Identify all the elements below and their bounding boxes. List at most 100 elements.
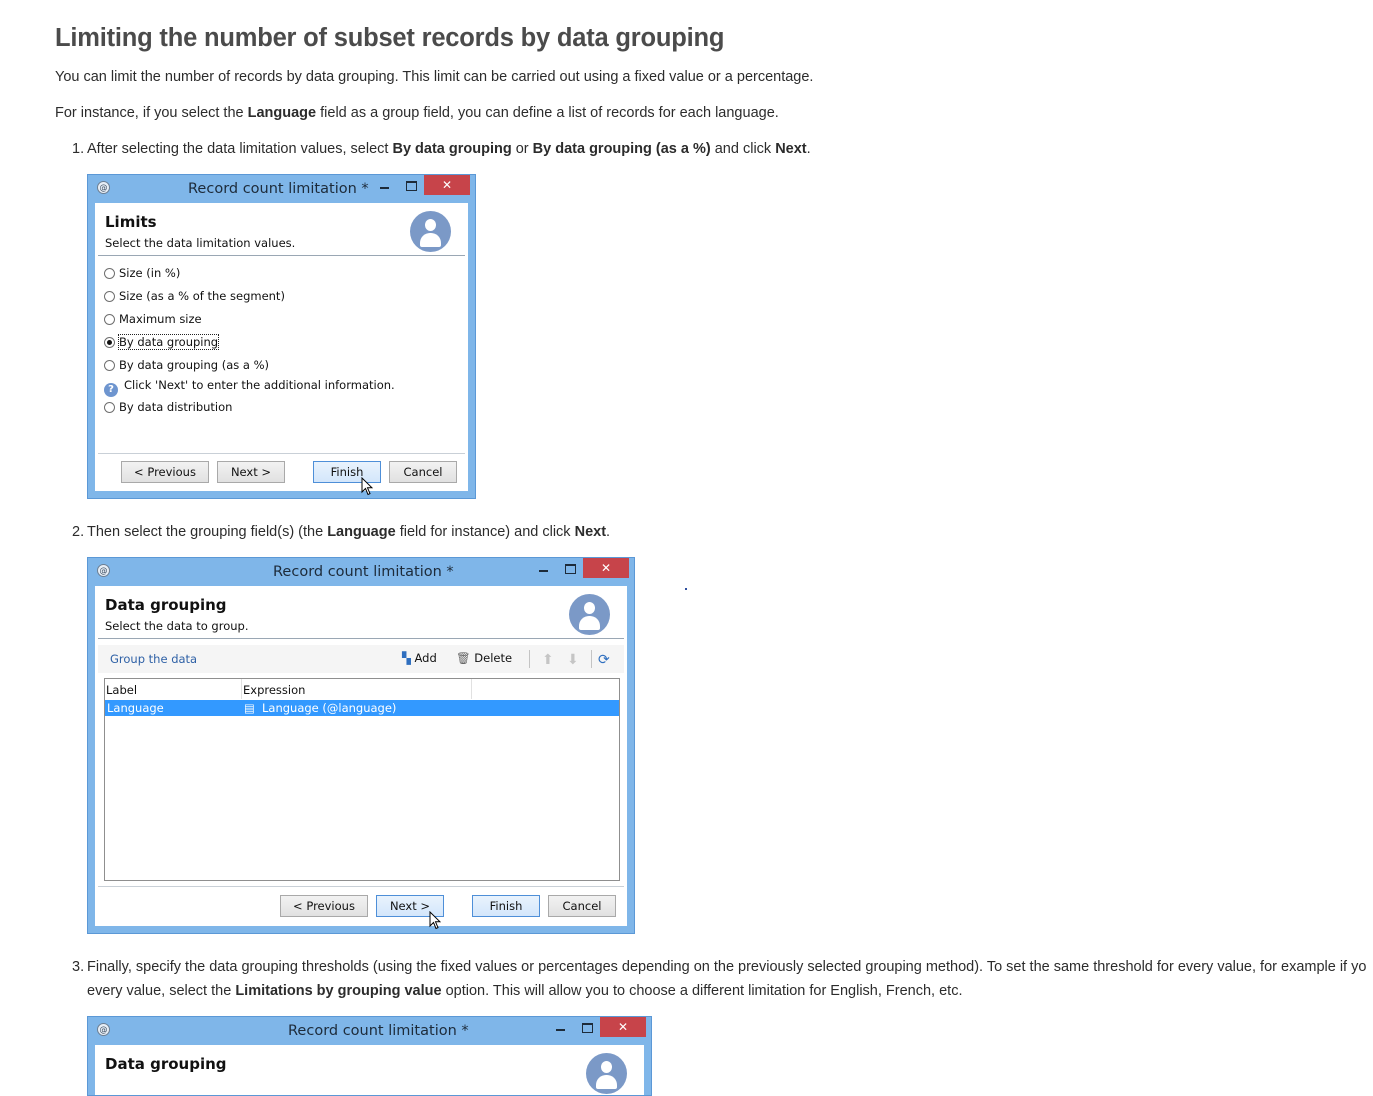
delete-button[interactable]: 🗑 Delete <box>456 651 512 665</box>
refresh-icon[interactable]: ⟳ <box>598 652 610 668</box>
section-title: Data grouping <box>105 596 227 614</box>
dialog-data-grouping: @ Record count limitation * ✕ Data group… <box>87 557 635 934</box>
option-by-data-distribution[interactable]: By data distribution <box>104 400 232 414</box>
move-down-icon[interactable]: ⬇ <box>567 652 579 668</box>
column-header-expression[interactable]: Expression <box>243 683 305 697</box>
column-header-label[interactable]: Label <box>106 683 137 697</box>
cell-expression: Language (@language) <box>262 701 397 715</box>
cancel-button[interactable]: Cancel <box>548 895 616 917</box>
radio-button[interactable] <box>104 268 115 279</box>
radio-button-selected[interactable] <box>104 337 115 348</box>
page-title: Limiting the number of subset records by… <box>55 24 725 52</box>
list-icon: ▤ <box>244 701 255 715</box>
title-bar[interactable]: @ Record count limitation * ✕ <box>88 175 475 203</box>
mouse-cursor-icon <box>429 911 441 930</box>
dialog-limits: @ Record count limitation * ✕ Limits Sel… <box>87 174 476 499</box>
option-label: Maximum size <box>119 312 202 326</box>
window-title: Record count limitation * <box>273 564 454 580</box>
user-avatar-icon <box>586 1053 627 1094</box>
option-label: Size (as a % of the segment) <box>119 289 285 303</box>
add-icon: ▚ <box>402 651 411 665</box>
header-divider <box>98 638 624 639</box>
table-row[interactable]: Language ▤ Language (@language) <box>105 700 619 716</box>
step-bold: By data grouping (as a %) <box>532 141 711 157</box>
step-bold: By data grouping <box>392 141 512 157</box>
add-label: Add <box>414 651 437 665</box>
move-up-icon[interactable]: ⬆ <box>542 652 554 668</box>
step-bold: Next <box>775 141 807 157</box>
step-number: 1. <box>72 141 85 157</box>
dialog-data-grouping-thresholds: @ Record count limitation * ✕ Data group… <box>87 1016 652 1096</box>
option-maximum-size[interactable]: Maximum size <box>104 312 202 326</box>
instance-text-2: field as a group field, you can define a… <box>316 105 779 121</box>
step-text: . <box>806 141 811 157</box>
step-text: option. This will allow you to choose a … <box>441 983 963 999</box>
close-icon[interactable]: ✕ <box>424 175 470 195</box>
option-label: Size (in %) <box>119 266 181 280</box>
step-text: Then select the grouping field(s) (the <box>87 524 328 540</box>
toolbar-divider <box>529 650 530 668</box>
instance-text-1: For instance, if you select the <box>55 105 248 121</box>
step-bold: Next <box>574 524 607 540</box>
step-1: 1. After selecting the data limitation va… <box>72 141 811 157</box>
finish-button[interactable]: Finish <box>472 895 540 917</box>
header-divider <box>98 255 465 256</box>
group-the-data-link[interactable]: Group the data <box>110 652 197 666</box>
option-size-segment[interactable]: Size (as a % of the segment) <box>104 289 285 303</box>
previous-button[interactable]: < Previous <box>280 895 368 917</box>
radio-button[interactable] <box>104 360 115 371</box>
maximize-icon[interactable] <box>406 181 417 191</box>
step-text: and click <box>710 141 776 157</box>
step-text: Finally, specify the data grouping thres… <box>87 959 1367 975</box>
add-button[interactable]: ▚ Add <box>402 651 437 665</box>
intro-paragraph: You can limit the number of records by d… <box>55 69 814 85</box>
option-size-percent[interactable]: Size (in %) <box>104 266 180 280</box>
maximize-icon[interactable] <box>565 564 576 574</box>
minimize-icon[interactable] <box>380 187 389 189</box>
app-icon: @ <box>97 564 110 577</box>
cancel-button[interactable]: Cancel <box>389 461 457 483</box>
instance-paragraph: For instance, if you select the Language… <box>55 105 779 121</box>
user-avatar-icon <box>410 211 451 252</box>
minimize-icon[interactable] <box>539 570 548 572</box>
delete-icon: 🗑 <box>456 651 471 665</box>
step-text: After selecting the data limitation valu… <box>87 141 393 157</box>
section-subtitle: Select the data to group. <box>105 619 249 633</box>
minimize-icon[interactable] <box>556 1029 565 1031</box>
step-2: 2. Then select the grouping field(s) (the… <box>72 524 610 540</box>
title-bar[interactable]: @ Record count limitation * ✕ <box>88 558 634 586</box>
step-text: field for instance) and click <box>395 524 575 540</box>
close-icon[interactable]: ✕ <box>583 558 629 578</box>
radio-button[interactable] <box>104 314 115 325</box>
grouping-table: Label Expression Language ▤ Language (@l… <box>104 678 620 881</box>
dialog-body: Limits Select the data limitation values… <box>95 203 468 496</box>
option-label: By data distribution <box>119 400 233 414</box>
window-title: Record count limitation * <box>288 1023 469 1039</box>
footer-divider <box>98 453 465 454</box>
column-divider <box>241 679 242 699</box>
close-icon[interactable]: ✕ <box>600 1017 646 1037</box>
step-3-continuation: every value, select the Limitations by g… <box>87 983 962 999</box>
radio-button[interactable] <box>104 402 115 413</box>
title-bar[interactable]: @ Record count limitation * ✕ <box>88 1017 651 1045</box>
step-number: 2. <box>72 524 85 540</box>
section-title: Data grouping <box>105 1055 227 1073</box>
app-icon: @ <box>97 181 110 194</box>
dialog-body: Data grouping <box>95 1045 644 1095</box>
step-text: . <box>606 524 611 540</box>
footer-divider <box>98 886 624 887</box>
option-label: By data grouping (as a %) <box>119 358 270 372</box>
step-number: 3. <box>72 959 85 975</box>
next-button[interactable]: Next > <box>217 461 285 483</box>
grouping-toolbar: Group the data ▚ Add 🗑 Delete ⬆ ⬇ ⟳ <box>98 645 624 673</box>
radio-button[interactable] <box>104 291 115 302</box>
option-by-data-grouping-percent[interactable]: By data grouping (as a %) <box>104 358 269 372</box>
info-text: Click 'Next' to enter the additional inf… <box>124 378 395 392</box>
previous-button[interactable]: < Previous <box>121 461 209 483</box>
window-title: Record count limitation * <box>188 181 369 197</box>
option-by-data-grouping[interactable]: By data grouping <box>104 334 220 350</box>
cell-label: Language <box>107 701 164 715</box>
step-bold: Language <box>327 524 396 540</box>
maximize-icon[interactable] <box>582 1023 593 1033</box>
step-3: 3. Finally, specify the data grouping thr… <box>72 959 1366 975</box>
